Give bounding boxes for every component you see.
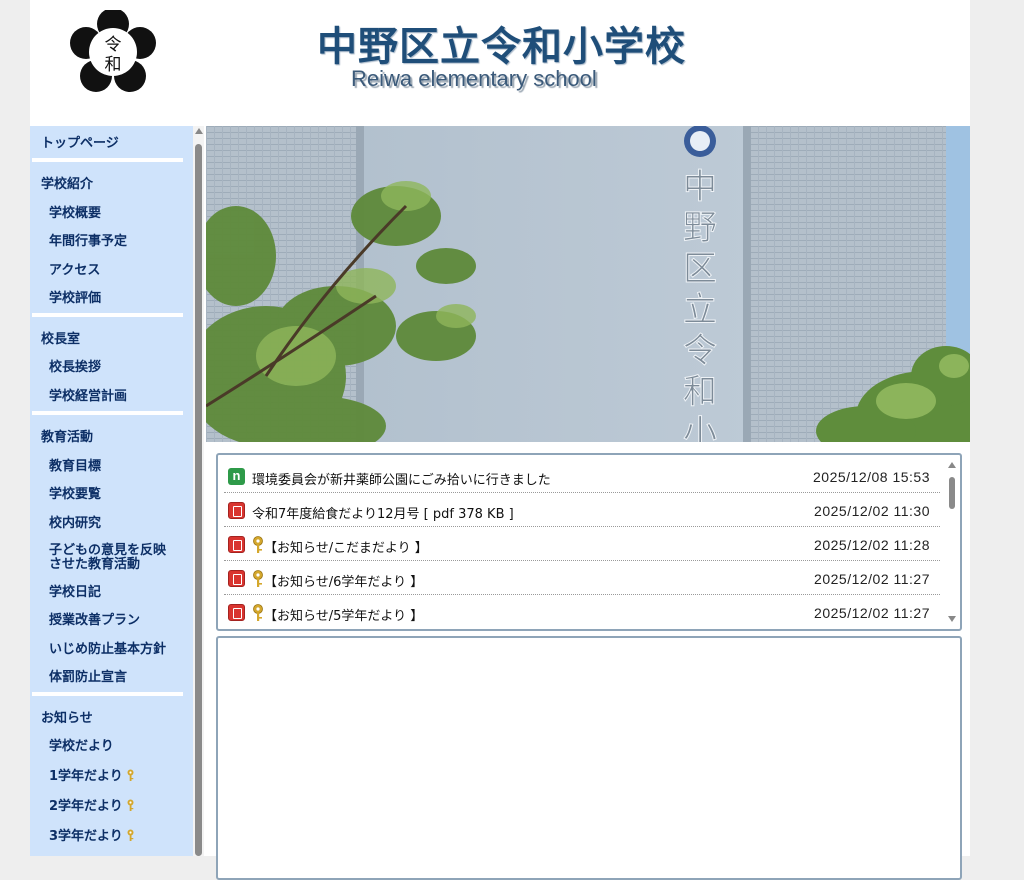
emblem-char-2: 和 [105,55,122,75]
pdf-icon [228,502,245,519]
scroll-up-arrow-icon[interactable] [195,128,203,134]
nav-item-label: 2学年だより [49,799,123,814]
scroll-up-arrow-icon[interactable] [948,462,956,468]
nav-item-label: 1学年だより [49,769,123,784]
news-list: n 環境委員会が新井薬師公園にごみ拾いに行きました 2025/12/08 15:… [216,453,962,631]
nav-item-label-line1: 子どもの意見を反映 [49,543,167,558]
nav-item-management-plan[interactable]: 学校経営計画 [49,389,127,405]
scrollbar-thumb[interactable] [949,477,955,509]
school-emblem-logo[interactable]: 令 和 [70,10,156,96]
page: 令 和 中野区立令和小学校 Reiwa elementary school トッ… [30,0,970,880]
key-icon [127,829,134,841]
news-row[interactable]: 令和7年度給食だより12月号 [ pdf 378 KB ] 2025/12/02… [224,493,940,527]
nav-item-annual-schedule[interactable]: 年間行事予定 [49,234,127,250]
nav-section-school-intro[interactable]: 学校紹介 [41,177,93,193]
news-row[interactable]: 【お知らせ/こだまだより 】 2025/12/02 11:28 [224,527,940,561]
sidebar-nav: トップページ 学校紹介 学校概要 年間行事予定 アクセス 学校評価 校長室 校長… [30,126,193,856]
news-date: 2025/12/02 11:28 [814,537,930,553]
sign-char: 令 [683,331,717,371]
nav-item-grade3-newsletter[interactable]: 3学年だより [49,829,135,845]
school-building-photo: 中 野 区 立 令 和 小 [206,126,970,442]
news-date: 2025/12/08 15:53 [813,469,930,485]
news-title[interactable]: 令和7年度給食だより12月号 [ pdf 378 KB ] [252,503,514,522]
nav-item-education-goals[interactable]: 教育目標 [49,459,101,475]
nav-section-notices[interactable]: お知らせ [41,711,93,727]
nav-section-education[interactable]: 教育活動 [41,430,93,446]
key-icon [127,769,134,781]
header: 令 和 中野区立令和小学校 Reiwa elementary school [30,0,970,126]
news-title[interactable]: 環境委員会が新井薬師公園にごみ拾いに行きました [252,469,551,488]
key-icon [253,604,263,621]
nav-item-anti-bullying[interactable]: いじめ防止基本方針 [49,642,166,658]
nav-item-label: 3学年だより [49,829,123,844]
sign-char: 小 [683,413,717,442]
news-title[interactable]: 【お知らせ/6学年だより 】 [264,571,423,590]
hero-image: 中 野 区 立 令 和 小 [206,126,970,442]
news-date: 2025/12/02 11:27 [814,571,930,587]
pdf-icon [228,604,245,621]
news-row[interactable]: 【お知らせ/6学年だより 】 2025/12/02 11:27 [224,561,940,595]
emblem-char-1: 令 [105,35,122,55]
nav-item-school-newsletter[interactable]: 学校だより [49,739,114,755]
key-icon [127,799,134,811]
sign-char: 和 [683,372,717,412]
news-scrollbar[interactable] [946,459,958,625]
nav-separator [32,411,183,415]
content-panel [216,636,962,880]
news-title[interactable]: 【お知らせ/5学年だより 】 [264,605,423,624]
nav-item-school-overview[interactable]: 学校概要 [49,206,101,222]
nav-item-child-opinion-activities[interactable]: 子どもの意見を反映 させた教育活動 [49,544,166,572]
sign-char: 立 [683,290,717,330]
news-date: 2025/12/02 11:30 [814,503,930,519]
nav-item-lesson-improvement[interactable]: 授業改善プラン [49,613,140,629]
nav-item-school-handbook[interactable]: 学校要覧 [49,487,101,503]
new-icon: n [228,468,245,485]
site-subtitle: Reiwa elementary school [351,66,597,91]
scroll-down-arrow-icon[interactable] [948,616,956,622]
key-icon [253,570,263,587]
sign-char: 区 [683,249,717,289]
sign-char: 中 [683,167,717,207]
nav-separator [32,692,183,696]
sidebar-scrollbar[interactable] [193,126,204,856]
pdf-icon [228,536,245,553]
news-row[interactable]: 【お知らせ/5学年だより 】 2025/12/02 11:27 [224,595,940,628]
nav-item-access[interactable]: アクセス [49,263,100,279]
nav-section-principal-office[interactable]: 校長室 [41,332,80,348]
nav-item-principal-greeting[interactable]: 校長挨拶 [49,360,101,376]
nav-item-no-corporal-punishment[interactable]: 体罰防止宣言 [49,670,127,686]
nav-item-grade2-newsletter[interactable]: 2学年だより [49,799,135,815]
nav-item-label-line2: させた教育活動 [49,557,141,572]
news-title[interactable]: 【お知らせ/こだまだより 】 [264,537,428,556]
key-icon [253,536,263,553]
site-title: 中野区立令和小学校 [317,24,686,70]
nav-top-page[interactable]: トップページ [41,136,119,152]
nav-item-grade1-newsletter[interactable]: 1学年だより [49,769,135,785]
nav-item-school-diary[interactable]: 学校日記 [49,585,101,601]
nav-item-school-research[interactable]: 校内研究 [49,516,101,532]
news-row[interactable]: n 環境委員会が新井薬師公園にごみ拾いに行きました 2025/12/08 15:… [224,459,940,493]
scrollbar-thumb[interactable] [195,144,202,856]
sign-char: 野 [683,208,717,248]
nav-separator [32,313,183,317]
nav-separator [32,158,183,162]
nav-item-school-evaluation[interactable]: 学校評価 [49,291,101,307]
pdf-icon [228,570,245,587]
news-date: 2025/12/02 11:27 [814,605,930,621]
